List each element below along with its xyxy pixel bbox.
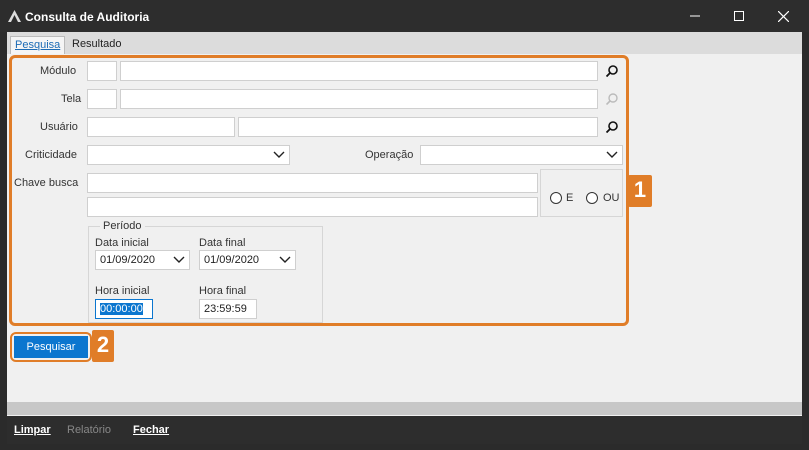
callout-badge-2: 2 bbox=[92, 330, 114, 362]
usuario-label: Usuário bbox=[40, 121, 78, 133]
radio-e-label: E bbox=[566, 192, 574, 204]
app-logo-icon bbox=[8, 10, 21, 22]
search-icon bbox=[606, 93, 618, 105]
modulo-search-button[interactable] bbox=[602, 61, 622, 81]
chevron-down-icon bbox=[606, 151, 618, 158]
data-final-label: Data final bbox=[199, 237, 246, 249]
hora-final-label: Hora final bbox=[199, 285, 247, 297]
data-final-picker[interactable]: 01/09/2020 bbox=[199, 250, 296, 270]
radio-ou-label: OU bbox=[603, 192, 620, 204]
close-icon bbox=[777, 10, 789, 22]
data-inicial-picker[interactable]: 01/09/2020 bbox=[95, 250, 190, 270]
modulo-name-input[interactable] bbox=[120, 61, 598, 81]
maximize-button[interactable] bbox=[716, 0, 762, 32]
tab-resultado[interactable]: Resultado bbox=[68, 36, 126, 53]
operacao-label: Operação bbox=[365, 149, 414, 161]
minimize-icon bbox=[690, 15, 700, 17]
periodo-label: Período bbox=[100, 220, 145, 232]
tela-label: Tela bbox=[61, 93, 82, 105]
maximize-icon bbox=[734, 11, 744, 21]
chave-busca-input-2[interactable] bbox=[87, 197, 538, 217]
criticidade-select[interactable] bbox=[87, 145, 290, 165]
chave-busca-label: Chave busca bbox=[14, 177, 79, 189]
minimize-button[interactable] bbox=[672, 0, 718, 32]
tab-strip bbox=[7, 32, 802, 54]
chevron-down-icon bbox=[173, 256, 185, 263]
usuario-code-input[interactable] bbox=[87, 117, 235, 137]
horizontal-scrollbar[interactable] bbox=[7, 402, 802, 415]
data-inicial-value: 01/09/2020 bbox=[100, 254, 156, 266]
chevron-down-icon bbox=[279, 256, 291, 263]
tab-pesquisa[interactable]: Pesquisa bbox=[10, 36, 66, 54]
search-icon bbox=[606, 121, 618, 133]
fechar-button[interactable]: Fechar bbox=[133, 424, 169, 436]
modulo-label: Módulo bbox=[40, 65, 77, 77]
search-icon bbox=[606, 65, 618, 77]
window-title: Consulta de Auditoria bbox=[25, 10, 150, 24]
bottom-toolbar bbox=[7, 416, 802, 444]
usuario-name-input[interactable] bbox=[238, 117, 598, 137]
data-inicial-label: Data inicial bbox=[95, 237, 149, 249]
chevron-down-icon bbox=[273, 151, 285, 158]
chave-busca-input-1[interactable] bbox=[87, 173, 538, 193]
callout-badge-1: 1 bbox=[628, 175, 652, 207]
title-bar[interactable]: Consulta de Auditoria bbox=[0, 0, 809, 32]
radio-ou[interactable] bbox=[586, 192, 598, 204]
relatorio-button[interactable]: Relatório bbox=[67, 424, 111, 436]
radio-e[interactable] bbox=[550, 192, 562, 204]
data-final-value: 01/09/2020 bbox=[204, 254, 260, 266]
hora-final-value: 23:59:59 bbox=[204, 303, 247, 315]
hora-final-input[interactable]: 23:59:59 bbox=[199, 299, 257, 319]
close-button[interactable] bbox=[760, 0, 806, 32]
operacao-select[interactable] bbox=[420, 145, 623, 165]
usuario-search-button[interactable] bbox=[602, 117, 622, 137]
pesquisar-button[interactable]: Pesquisar bbox=[14, 336, 88, 358]
tela-name-input[interactable] bbox=[120, 89, 598, 109]
tela-code-input[interactable] bbox=[87, 89, 117, 109]
criticidade-label: Criticidade bbox=[25, 149, 77, 161]
tela-search-button[interactable] bbox=[602, 89, 622, 109]
hora-inicial-label: Hora inicial bbox=[95, 285, 150, 297]
limpar-button[interactable]: Limpar bbox=[14, 424, 51, 436]
hora-inicial-input[interactable]: 00:00:00 bbox=[95, 299, 153, 319]
hora-inicial-value: 00:00:00 bbox=[100, 303, 143, 315]
modulo-code-input[interactable] bbox=[87, 61, 117, 81]
